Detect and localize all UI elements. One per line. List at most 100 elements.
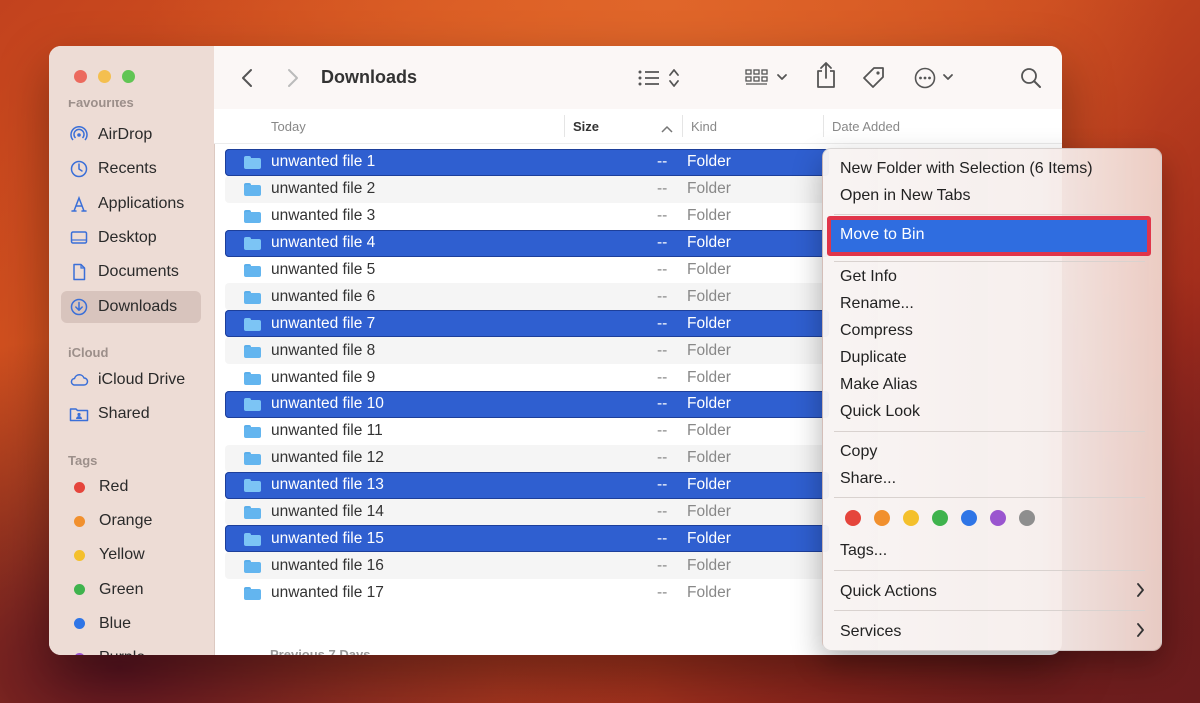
file-row[interactable]: unwanted file 8 -- Folder [225, 337, 829, 365]
file-row[interactable]: unwanted file 16 -- Folder [225, 552, 829, 580]
menu-item-move-to-bin-label: Move to Bin [840, 226, 925, 243]
menu-item-get-info[interactable]: Get Info [840, 268, 897, 286]
menu-tag-color-dot[interactable] [903, 510, 919, 526]
file-row[interactable]: unwanted file 12 -- Folder [225, 444, 829, 472]
share-button[interactable] [814, 61, 838, 89]
file-kind: Folder [687, 395, 731, 413]
column-size[interactable]: Size [573, 119, 599, 134]
menu-item-make-alias[interactable]: Make Alias [840, 376, 917, 394]
sidebar-item-recents[interactable]: Recents [61, 153, 201, 185]
sidebar-item-documents[interactable]: Documents [61, 256, 201, 288]
menu-item-services[interactable]: Services [840, 623, 901, 641]
file-name: unwanted file 5 [271, 261, 376, 278]
sidebar-item-label: Recents [98, 160, 157, 178]
sidebar-item-label: Shared [98, 405, 150, 422]
context-menu: New Folder with Selection (6 Items) Open… [822, 148, 1162, 651]
minimize-window-button[interactable] [98, 70, 111, 83]
file-name: unwanted file 14 [271, 503, 384, 521]
menu-item-share[interactable]: Share... [840, 470, 896, 488]
menu-item-move-to-bin[interactable]: Move to Bin [827, 216, 1151, 256]
sidebar-item-airdrop[interactable]: AirDrop [61, 119, 201, 151]
sidebar-item-yellow[interactable]: Yellow [61, 539, 201, 571]
column-kind[interactable]: Kind [691, 119, 717, 134]
menu-tag-color-dot[interactable] [932, 510, 948, 526]
sidebar-item-red[interactable]: Red [61, 471, 201, 503]
file-name: unwanted file 8 [271, 341, 376, 359]
file-name: unwanted file 12 [271, 449, 384, 467]
menu-tag-color-dot[interactable] [990, 510, 1006, 526]
menu-item-compress[interactable]: Compress [840, 322, 913, 340]
file-kind: Folder [687, 368, 731, 386]
file-row[interactable]: unwanted file 15 -- Folder [225, 525, 829, 553]
sidebar-item-label: Desktop [98, 228, 157, 246]
file-row[interactable]: unwanted file 3 -- Folder [225, 203, 829, 230]
sidebar-item-applications[interactable]: Applications [61, 188, 201, 220]
menu-separator [834, 431, 1145, 432]
sidebar-item-downloads[interactable]: Downloads [61, 290, 201, 323]
file-kind: Folder [687, 261, 731, 278]
menu-item-quick-actions[interactable]: Quick Actions [840, 583, 937, 601]
menu-tag-color-dot[interactable] [961, 510, 977, 526]
file-row[interactable]: unwanted file 9 -- Folder [225, 364, 829, 391]
menu-item-new-folder-with-selection[interactable]: New Folder with Selection (6 Items) [840, 160, 1093, 178]
file-row[interactable]: unwanted file 17 -- Folder [225, 579, 829, 606]
sidebar-item-green[interactable]: Green [61, 574, 201, 606]
sidebar-item-orange[interactable]: Orange [61, 505, 201, 537]
search-button[interactable] [1019, 64, 1043, 92]
folder-icon [244, 317, 261, 331]
menu-tag-color-dot[interactable] [1019, 510, 1035, 526]
file-name: unwanted file 13 [271, 476, 384, 494]
file-row[interactable]: unwanted file 5 -- Folder [225, 257, 829, 284]
menu-tag-color-dot[interactable] [874, 510, 890, 526]
file-row[interactable]: unwanted file 13 -- Folder [225, 471, 829, 499]
file-row[interactable]: unwanted file 14 -- Folder [225, 498, 829, 526]
folder-icon [244, 505, 261, 520]
menu-item-copy[interactable]: Copy [840, 443, 877, 461]
column-date-added[interactable]: Date Added [832, 119, 900, 134]
file-kind: Folder [687, 529, 731, 547]
menu-item-tags[interactable]: Tags... [840, 542, 887, 560]
file-kind: Folder [687, 287, 731, 305]
more-actions-button[interactable] [914, 64, 958, 92]
tag-button[interactable] [861, 64, 887, 92]
file-row[interactable]: unwanted file 2 -- Folder [225, 175, 829, 203]
forward-button[interactable] [282, 64, 304, 92]
file-row[interactable]: unwanted file 4 -- Folder [225, 229, 829, 257]
sidebar-item-label: Downloads [98, 297, 178, 315]
folder-icon [244, 397, 261, 412]
menu-item-quick-look[interactable]: Quick Look [840, 403, 920, 421]
back-button[interactable] [236, 64, 258, 92]
menu-item-open-in-new-tabs[interactable]: Open in New Tabs [840, 187, 970, 205]
file-row[interactable]: unwanted file 10 -- Folder [225, 391, 829, 418]
file-size: -- [657, 449, 668, 467]
zoom-window-button[interactable] [122, 70, 135, 83]
file-name: unwanted file 9 [271, 368, 376, 386]
group-button[interactable] [745, 64, 791, 92]
file-row[interactable]: unwanted file 6 -- Folder [225, 283, 829, 311]
sidebar-item-desktop[interactable]: Desktop [61, 222, 201, 254]
menu-tag-color-dot[interactable] [845, 510, 861, 526]
menu-item-rename[interactable]: Rename... [840, 295, 914, 313]
view-options-button[interactable] [638, 64, 684, 92]
file-row[interactable]: unwanted file 1 -- Folder [225, 149, 829, 176]
folder-icon [244, 424, 261, 439]
column-divider[interactable] [823, 115, 824, 137]
file-kind: Folder [687, 503, 731, 521]
column-name[interactable]: Today [271, 119, 306, 134]
sidebar-item-blue[interactable]: Blue [61, 608, 201, 640]
column-header: Today Size Kind Date Added [214, 109, 1062, 144]
menu-separator [834, 610, 1145, 611]
file-row[interactable]: unwanted file 11 -- Folder [225, 418, 829, 445]
chevron-right-icon [1136, 582, 1145, 603]
file-row[interactable]: unwanted file 7 -- Folder [225, 310, 829, 338]
file-size: -- [657, 556, 668, 574]
sidebar-item-icloud-drive[interactable]: iCloud Drive [61, 364, 201, 396]
column-divider[interactable] [682, 115, 683, 137]
file-name: unwanted file 16 [271, 556, 384, 574]
column-divider[interactable] [564, 115, 565, 137]
sidebar-item-purple[interactable]: Purple [61, 642, 201, 655]
file-size: -- [657, 287, 668, 305]
sidebar-item-shared[interactable]: Shared [61, 398, 201, 430]
menu-item-duplicate[interactable]: Duplicate [840, 349, 907, 367]
close-window-button[interactable] [74, 70, 87, 83]
